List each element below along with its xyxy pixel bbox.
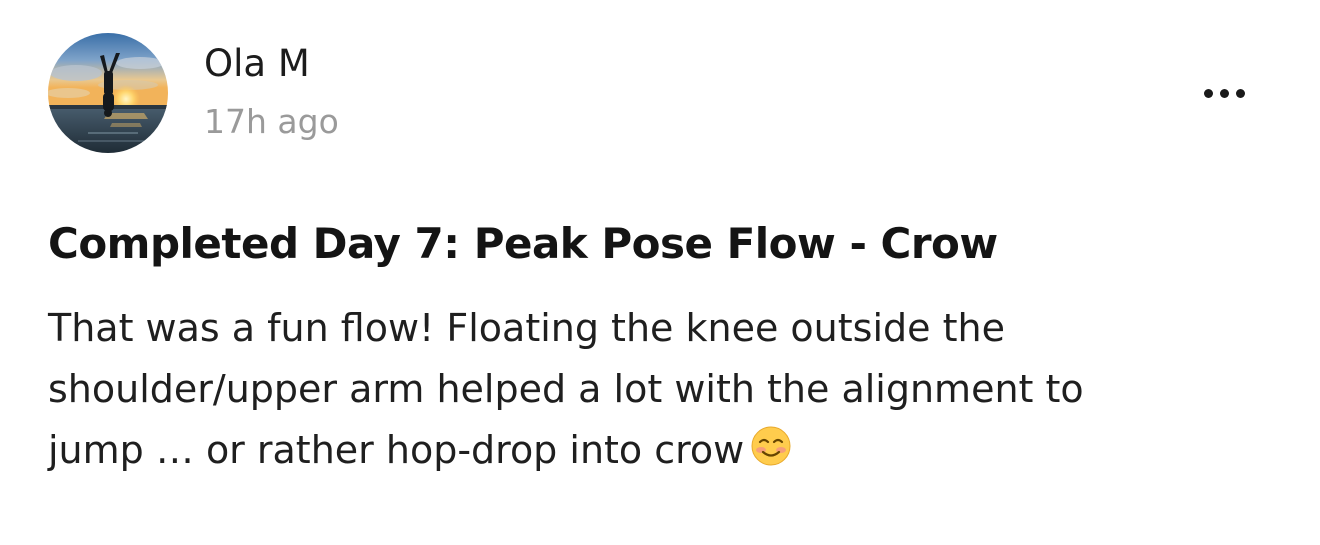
post-body-line: jump … or rather hop-drop into crow xyxy=(48,420,1248,485)
more-horizontal-icon xyxy=(1203,88,1213,98)
author-name[interactable]: Ola M xyxy=(204,40,310,88)
post-body: That was a fun flow! Floating the knee o… xyxy=(48,298,1248,485)
smiling-face-emoji-icon xyxy=(750,424,792,485)
more-horizontal-icon xyxy=(1219,88,1229,98)
yoga-headstand-sunset-photo xyxy=(48,33,168,153)
activity-post-card: Ola M 17h ago Completed Day 7: Peak Pose… xyxy=(0,0,1320,545)
post-title: Completed Day 7: Peak Pose Flow - Crow xyxy=(48,219,998,268)
post-timestamp: 17h ago xyxy=(204,102,339,141)
more-horizontal-icon xyxy=(1235,88,1245,98)
more-options-button[interactable] xyxy=(1194,76,1254,110)
post-body-line: shoulder/upper arm helped a lot with the… xyxy=(48,367,1084,411)
post-body-text: jump … or rather hop-drop into crow xyxy=(48,428,745,472)
post-body-line: That was a fun flow! Floating the knee o… xyxy=(48,306,1005,350)
avatar[interactable] xyxy=(48,33,168,153)
